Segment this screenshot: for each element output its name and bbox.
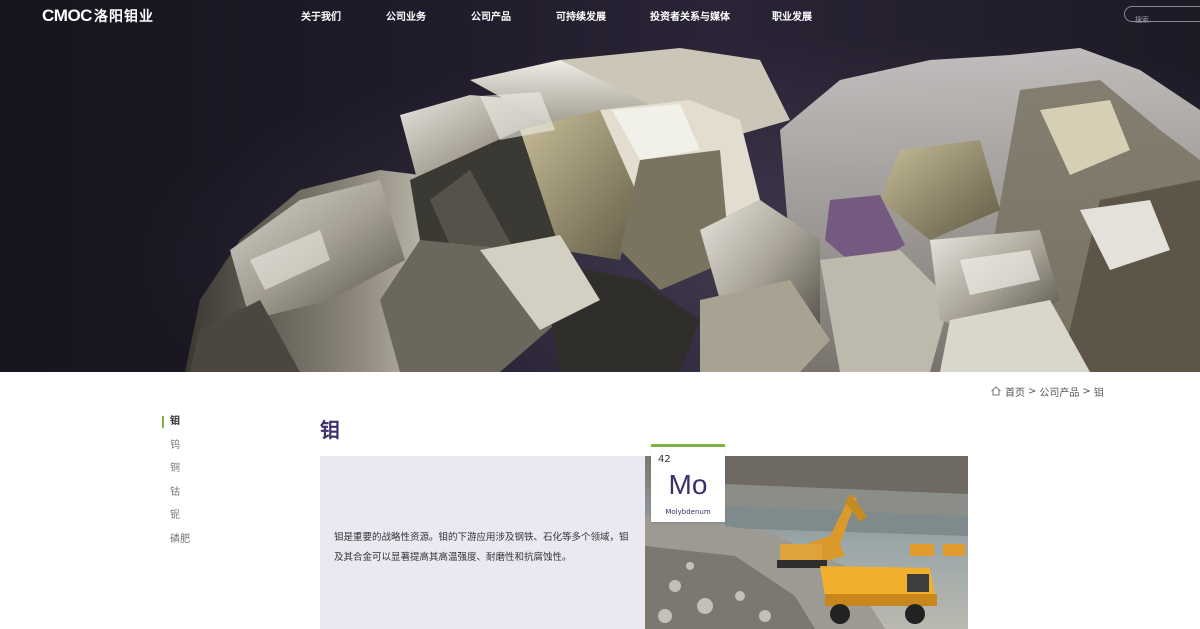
breadcrumb-home[interactable]: 首页 <box>1005 384 1025 399</box>
subnav-item-niobium[interactable]: 铌 <box>162 508 242 532</box>
breadcrumb-products[interactable]: 公司产品 <box>1039 384 1079 399</box>
subnav-item-copper[interactable]: 铜 <box>162 461 242 485</box>
subnav-item-molybdenum[interactable]: 钼 <box>162 414 242 438</box>
description-panel: 钼是重要的战略性资源。钼的下游应用涉及钢铁、石化等多个领域，钼及其合金可以显著提… <box>320 456 645 629</box>
subnav-item-phosphate[interactable]: 磷肥 <box>162 532 242 556</box>
subnav-item-tungsten[interactable]: 钨 <box>162 438 242 462</box>
nav-about-us[interactable]: 关于我们 <box>301 8 341 23</box>
main-menu: 关于我们 公司业务 公司产品 可持续发展 投资者关系与媒体 职业发展 <box>0 8 1200 24</box>
subnav-item-cobalt[interactable]: 钴 <box>162 485 242 509</box>
breadcrumb-separator: > <box>1028 385 1037 397</box>
breadcrumb-current: 钼 <box>1093 387 1104 399</box>
nav-products[interactable]: 公司产品 <box>471 8 511 23</box>
home-icon[interactable] <box>990 385 1002 397</box>
page-title: 钼 <box>320 418 340 442</box>
periodic-element-card: 42 Mo Molybdenum <box>651 444 725 522</box>
nav-sustainability[interactable]: 可持续发展 <box>556 8 606 23</box>
product-description: 钼是重要的战略性资源。钼的下游应用涉及钢铁、石化等多个领域，钼及其合金可以显著提… <box>334 532 629 563</box>
element-symbol: Mo <box>668 469 708 500</box>
search-box <box>1124 6 1200 27</box>
product-subnav: 钼 钨 铜 钴 铌 磷肥 <box>162 414 242 555</box>
nav-business[interactable]: 公司业务 <box>386 8 426 23</box>
top-navigation: CMOC 洛阳钼业 关于我们 公司业务 公司产品 可持续发展 投资者关系与媒体 … <box>0 0 1200 30</box>
search-input[interactable] <box>1125 13 1200 27</box>
pyrite-mineral-image <box>185 48 1200 372</box>
element-name: Molybdenum <box>665 508 711 516</box>
hero-banner <box>0 0 1200 372</box>
breadcrumb: 首页 > 公司产品 > 钼 <box>990 384 1107 399</box>
nav-careers[interactable]: 职业发展 <box>772 8 812 23</box>
atomic-number: 42 <box>658 454 671 465</box>
breadcrumb-separator: > <box>1082 385 1091 397</box>
nav-investor-relations[interactable]: 投资者关系与媒体 <box>650 8 730 23</box>
